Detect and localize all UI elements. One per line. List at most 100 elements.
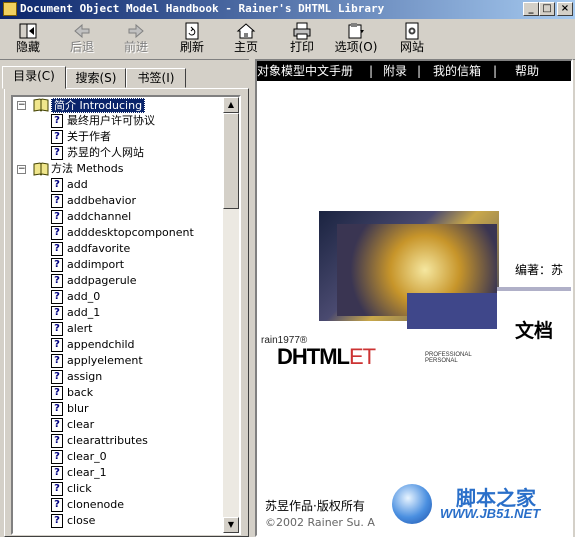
collapse-icon[interactable]: − bbox=[17, 165, 26, 174]
tab-contents[interactable]: 目录(C) bbox=[2, 66, 66, 89]
tree-item[interactable]: ? 最终用户许可协议 bbox=[13, 113, 223, 129]
tree-item[interactable]: ? blur bbox=[13, 401, 223, 417]
contents-tree[interactable]: − 简介 Introducing? 最终用户许可协议? 关于作者? 苏昱的个人网站 − 方法… bbox=[11, 95, 241, 535]
scroll-up-icon[interactable]: ▲ bbox=[223, 97, 239, 113]
tree-item-label[interactable]: 最终用户许可协议 bbox=[67, 113, 155, 129]
logo-accent: ET bbox=[348, 344, 376, 369]
website-icon bbox=[405, 22, 419, 40]
tree-item[interactable]: ? clear bbox=[13, 417, 223, 433]
nav-tabs: 目录(C) 搜索(S) 书签(I) bbox=[0, 66, 250, 89]
tree-item-label[interactable]: clear bbox=[67, 417, 94, 433]
tree-item[interactable]: ? add_0 bbox=[13, 289, 223, 305]
tree-item[interactable]: ? addbehavior bbox=[13, 193, 223, 209]
tree-item-label[interactable]: clearattributes bbox=[67, 433, 148, 449]
tree-item[interactable]: ? addimport bbox=[13, 257, 223, 273]
tree-list: − 简介 Introducing? 最终用户许可协议? 关于作者? 苏昱的个人网站 − 方法… bbox=[13, 97, 223, 529]
maximize-button[interactable]: □ bbox=[539, 2, 555, 16]
hide-button[interactable]: 隐藏 bbox=[4, 21, 52, 57]
tab-bookmarks[interactable]: 书签(I) bbox=[126, 68, 186, 88]
help-page-icon: ? bbox=[51, 258, 63, 272]
tree-item-label[interactable]: back bbox=[67, 385, 93, 401]
help-page-icon: ? bbox=[51, 226, 63, 240]
help-page-icon: ? bbox=[51, 338, 63, 352]
tree-item[interactable]: ? appendchild bbox=[13, 337, 223, 353]
editor-text: 编著：苏 bbox=[515, 263, 564, 277]
tree-item[interactable]: ? clear_1 bbox=[13, 465, 223, 481]
collapse-icon[interactable]: − bbox=[17, 101, 26, 110]
tree-item-label[interactable]: add bbox=[67, 177, 88, 193]
options-label: 选项(O) bbox=[334, 40, 378, 54]
tree-item-label[interactable]: 关于作者 bbox=[67, 129, 111, 145]
tree-item-label[interactable]: blur bbox=[67, 401, 89, 417]
nav-link[interactable]: 附录 bbox=[383, 61, 407, 81]
nav-link[interactable]: 我的信箱 bbox=[433, 61, 481, 81]
tree-item-label[interactable]: addchannel bbox=[67, 209, 131, 225]
scroll-thumb[interactable] bbox=[223, 113, 239, 209]
tree-item-label[interactable]: add_0 bbox=[67, 289, 100, 305]
home-button[interactable]: 主页 bbox=[222, 21, 270, 57]
tree-item[interactable]: ? 苏昱的个人网站 bbox=[13, 145, 223, 161]
minimize-button[interactable]: _ bbox=[523, 2, 539, 16]
tree-item-label[interactable]: alert bbox=[67, 321, 92, 337]
tree-item[interactable]: ? click bbox=[13, 481, 223, 497]
app-icon bbox=[3, 2, 17, 16]
tree-item[interactable]: ? adddesktopcomponent bbox=[13, 225, 223, 241]
tree-item-label[interactable]: click bbox=[67, 481, 92, 497]
back-label: 后退 bbox=[69, 40, 94, 54]
website-button[interactable]: 网站 bbox=[388, 21, 436, 57]
print-button[interactable]: 打印 bbox=[278, 21, 326, 57]
close-button[interactable]: × bbox=[557, 2, 573, 16]
title-bar: Document Object Model Handbook - Rainer'… bbox=[0, 0, 575, 19]
tree-item[interactable]: ? close bbox=[13, 513, 223, 529]
tree-item-label[interactable]: addfavorite bbox=[67, 241, 130, 257]
help-page-icon: ? bbox=[51, 290, 63, 304]
tree-item-label[interactable]: applyelement bbox=[67, 353, 143, 369]
tree-item-label[interactable]: close bbox=[67, 513, 95, 529]
tree-item-label[interactable]: 苏昱的个人网站 bbox=[67, 145, 144, 161]
tree-item[interactable]: ? add bbox=[13, 177, 223, 193]
tree-item[interactable]: ? clearattributes bbox=[13, 433, 223, 449]
tree-scrollbar[interactable]: ▲ ▼ bbox=[223, 97, 239, 533]
tree-folder-label[interactable]: 方法 Methods bbox=[51, 161, 123, 177]
tree-item[interactable]: ? assign bbox=[13, 369, 223, 385]
contents-pane: − 简介 Introducing? 最终用户许可协议? 关于作者? 苏昱的个人网站 − 方法… bbox=[4, 88, 249, 537]
nav-link[interactable]: 对象模型中文手册 bbox=[257, 61, 353, 81]
tree-item-label[interactable]: assign bbox=[67, 369, 102, 385]
tree-item[interactable]: ? addfavorite bbox=[13, 241, 223, 257]
options-button[interactable]: 选项(O) bbox=[332, 21, 380, 57]
tree-item-label[interactable]: clear_0 bbox=[67, 449, 107, 465]
tree-item[interactable]: ? add_1 bbox=[13, 305, 223, 321]
print-label: 打印 bbox=[289, 40, 314, 54]
tree-item[interactable]: ? clear_0 bbox=[13, 449, 223, 465]
tree-item[interactable]: ? applyelement bbox=[13, 353, 223, 369]
content-navbar: 对象模型中文手册 | 附录 | 我的信箱 | 帮助 bbox=[257, 61, 571, 81]
tree-folder[interactable]: − 方法 Methods bbox=[13, 161, 223, 177]
tree-item-label[interactable]: add_1 bbox=[67, 305, 100, 321]
tree-folder-label[interactable]: 简介 Introducing bbox=[51, 98, 146, 113]
tab-search[interactable]: 搜索(S) bbox=[66, 68, 126, 88]
nav-link[interactable]: 帮助 bbox=[515, 61, 539, 81]
tree-folder[interactable]: − 简介 Introducing bbox=[13, 97, 223, 113]
help-page-icon: ? bbox=[51, 274, 63, 288]
tree-item-label[interactable]: addbehavior bbox=[67, 193, 136, 209]
tree-item-label[interactable]: adddesktopcomponent bbox=[67, 225, 194, 241]
refresh-button[interactable]: 刷新 bbox=[168, 21, 216, 57]
doc-title: 文档 bbox=[515, 320, 554, 342]
tree-item[interactable]: ? 关于作者 bbox=[13, 129, 223, 145]
tree-item-label[interactable]: appendchild bbox=[67, 337, 135, 353]
tree-item-label[interactable]: addpagerule bbox=[67, 273, 137, 289]
tree-item-label[interactable]: addimport bbox=[67, 257, 124, 273]
tree-item[interactable]: ? addchannel bbox=[13, 209, 223, 225]
scroll-down-icon[interactable]: ▼ bbox=[223, 517, 239, 533]
tree-item-label[interactable]: clear_1 bbox=[67, 465, 107, 481]
tree-item[interactable]: ? clonenode bbox=[13, 497, 223, 513]
tree-item[interactable]: ? back bbox=[13, 385, 223, 401]
back-button[interactable]: 后退 bbox=[58, 21, 106, 57]
tree-item[interactable]: ? addpagerule bbox=[13, 273, 223, 289]
tree-item-label[interactable]: clonenode bbox=[67, 497, 124, 513]
forward-button[interactable]: 前进 bbox=[112, 21, 160, 57]
dhtmlet-logo: DHTMLET bbox=[277, 344, 376, 370]
jb51-watermark: 脚本之家 WWW.JB51.NET bbox=[390, 480, 570, 532]
tree-item[interactable]: ? alert bbox=[13, 321, 223, 337]
printer-icon bbox=[293, 22, 311, 40]
